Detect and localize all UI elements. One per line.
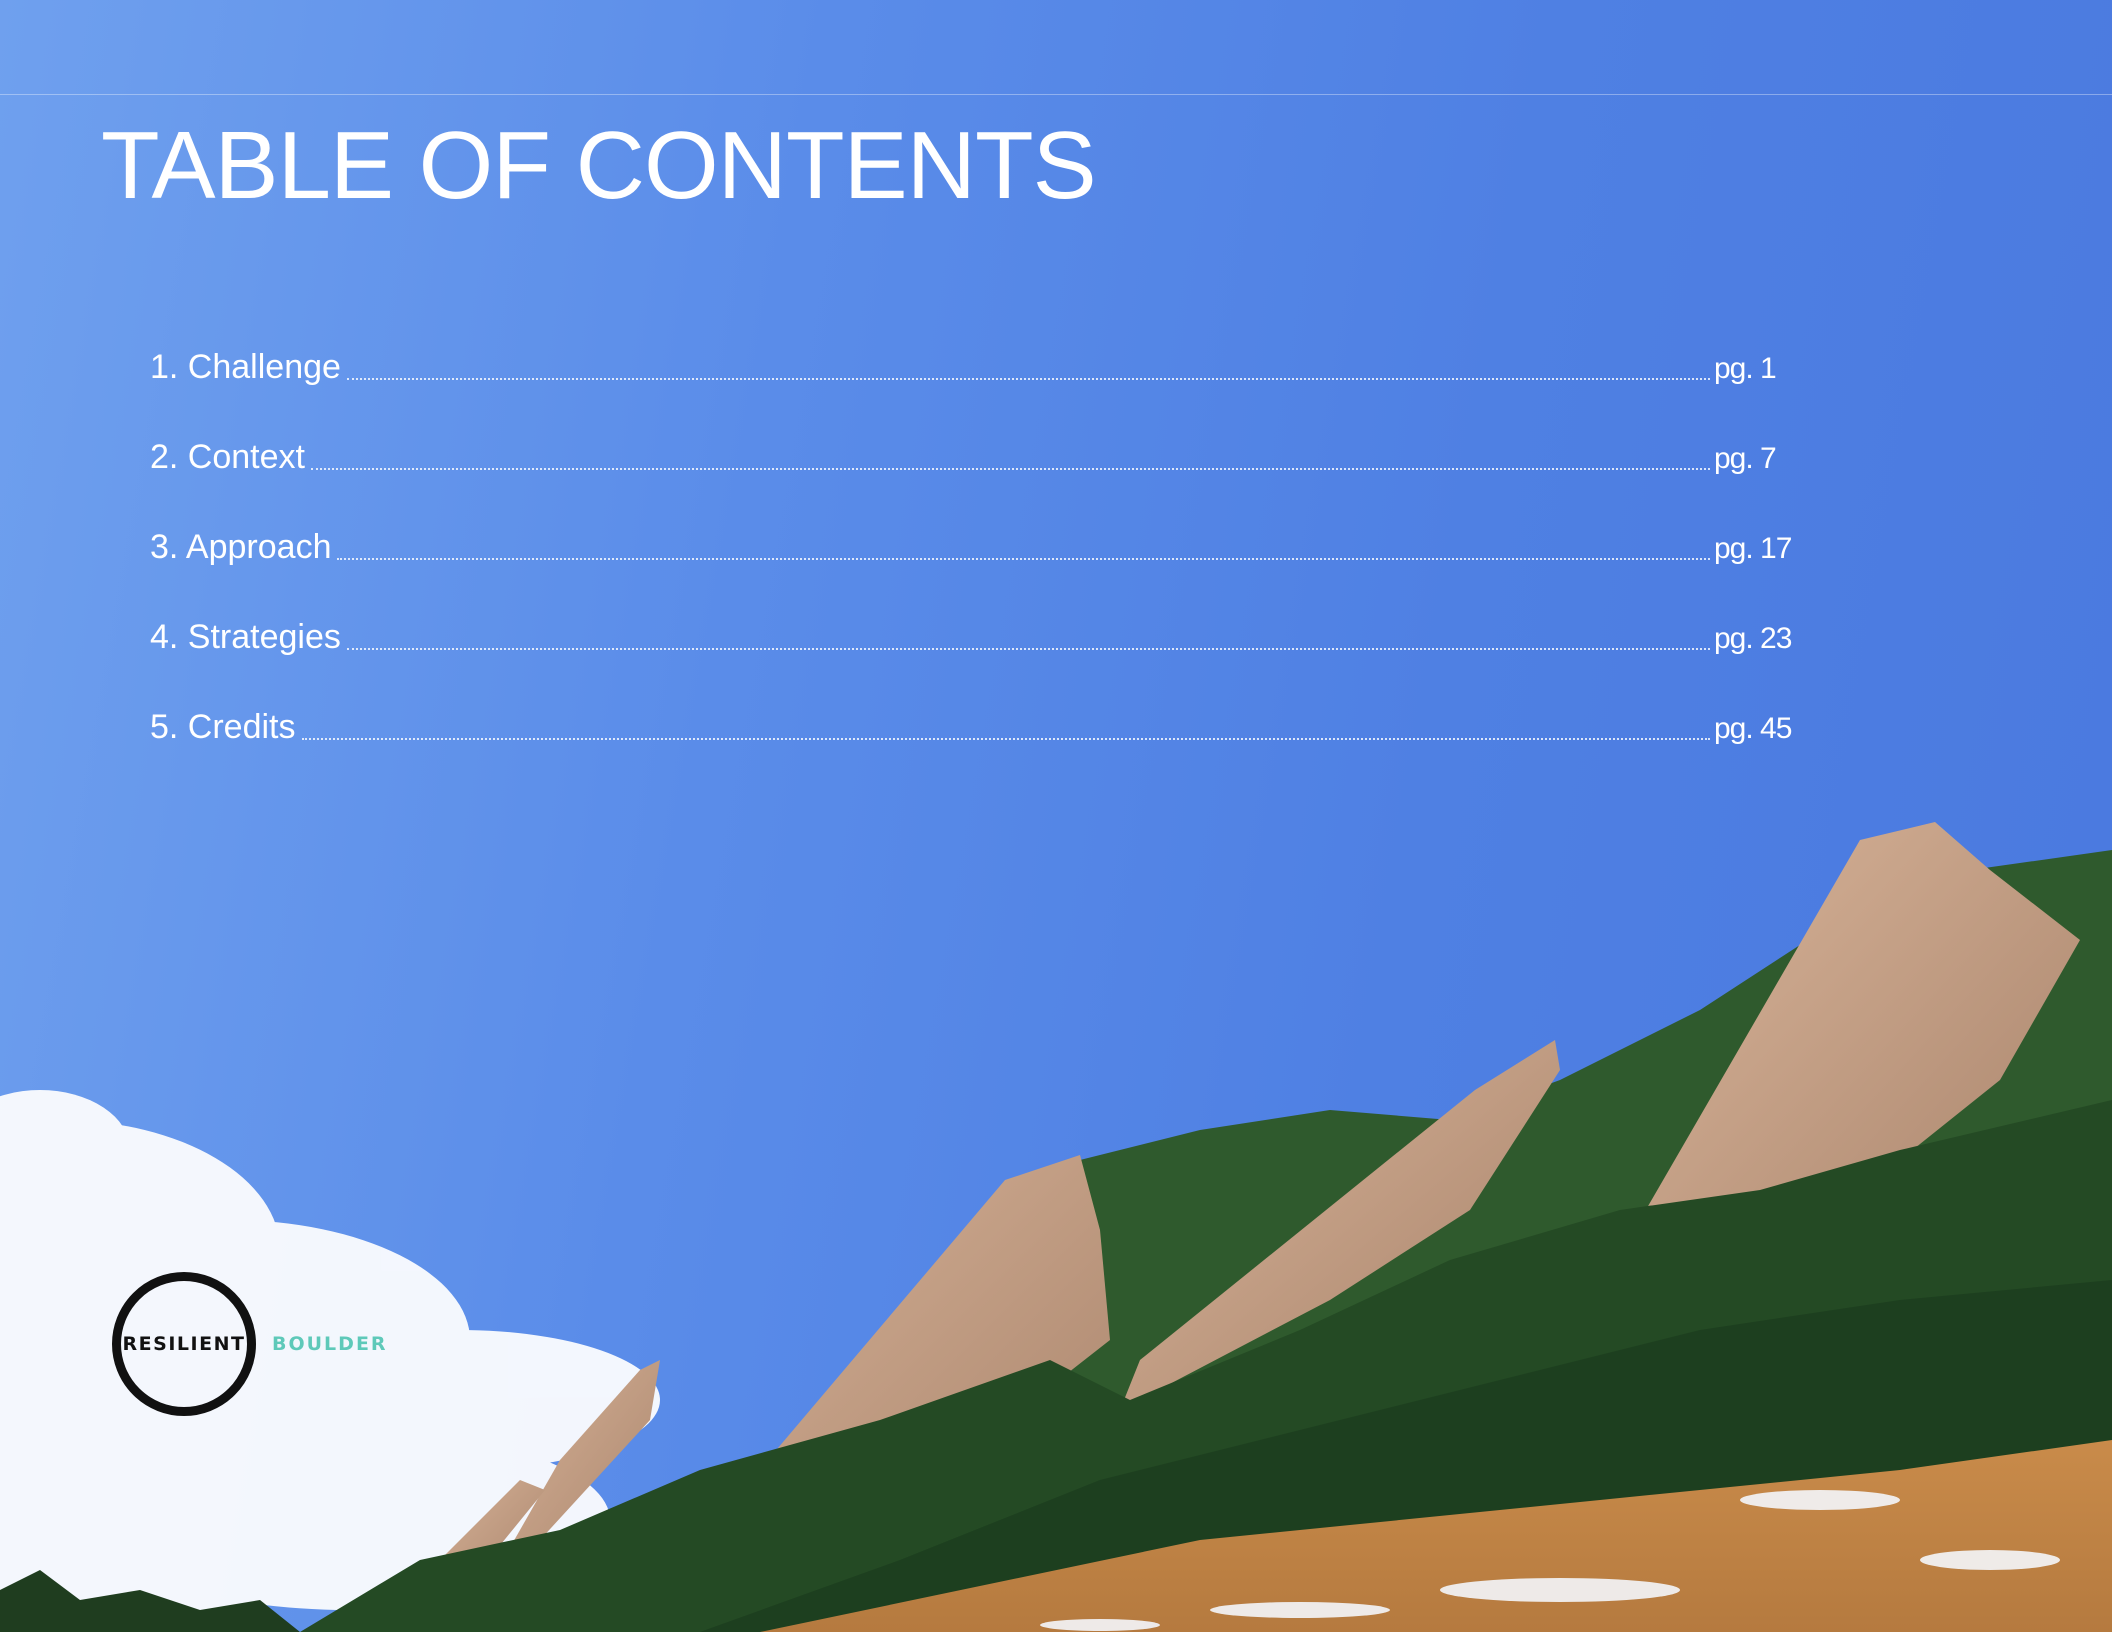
dot-leader [346,648,1710,650]
toc-page-number: pg. 17 [1714,532,1792,565]
dot-leader [337,558,1710,560]
table-of-contents: 1. Challenge pg. 1 2. Context pg. 7 3. A… [150,294,1792,746]
toc-item-strategies[interactable]: 4. Strategies pg. 23 [150,564,1792,656]
toc-item-label: 5. Credits [150,708,296,746]
top-rule [0,94,2112,95]
toc-page-number: pg. 45 [1714,712,1792,745]
toc-page-number: pg. 23 [1714,622,1792,655]
toc-item-credits[interactable]: 5. Credits pg. 45 [150,654,1792,746]
toc-item-label: 2. Context [150,438,305,476]
toc-page-number: pg. 1 [1714,352,1777,385]
toc-item-challenge[interactable]: 1. Challenge pg. 1 [150,294,1790,384]
toc-item-approach[interactable]: 3. Approach pg. 17 [150,474,1792,566]
logo-wordmark: RESILIENT [122,1333,246,1355]
resilient-boulder-logo: RESILIENT BOULDER [112,1272,388,1416]
dot-leader [310,468,1710,470]
toc-item-label: 3. Approach [150,528,332,566]
toc-item-label: 1. Challenge [150,348,341,386]
dot-leader [301,738,1710,740]
logo-subtitle: BOULDER [272,1333,388,1355]
toc-page-number: pg. 7 [1714,442,1777,475]
logo-ring-icon: RESILIENT [112,1272,256,1416]
toc-item-label: 4. Strategies [150,618,341,656]
page-title: TABLE OF CONTENTS [101,112,1097,219]
toc-item-context[interactable]: 2. Context pg. 7 [150,384,1790,474]
dot-leader [346,378,1710,380]
